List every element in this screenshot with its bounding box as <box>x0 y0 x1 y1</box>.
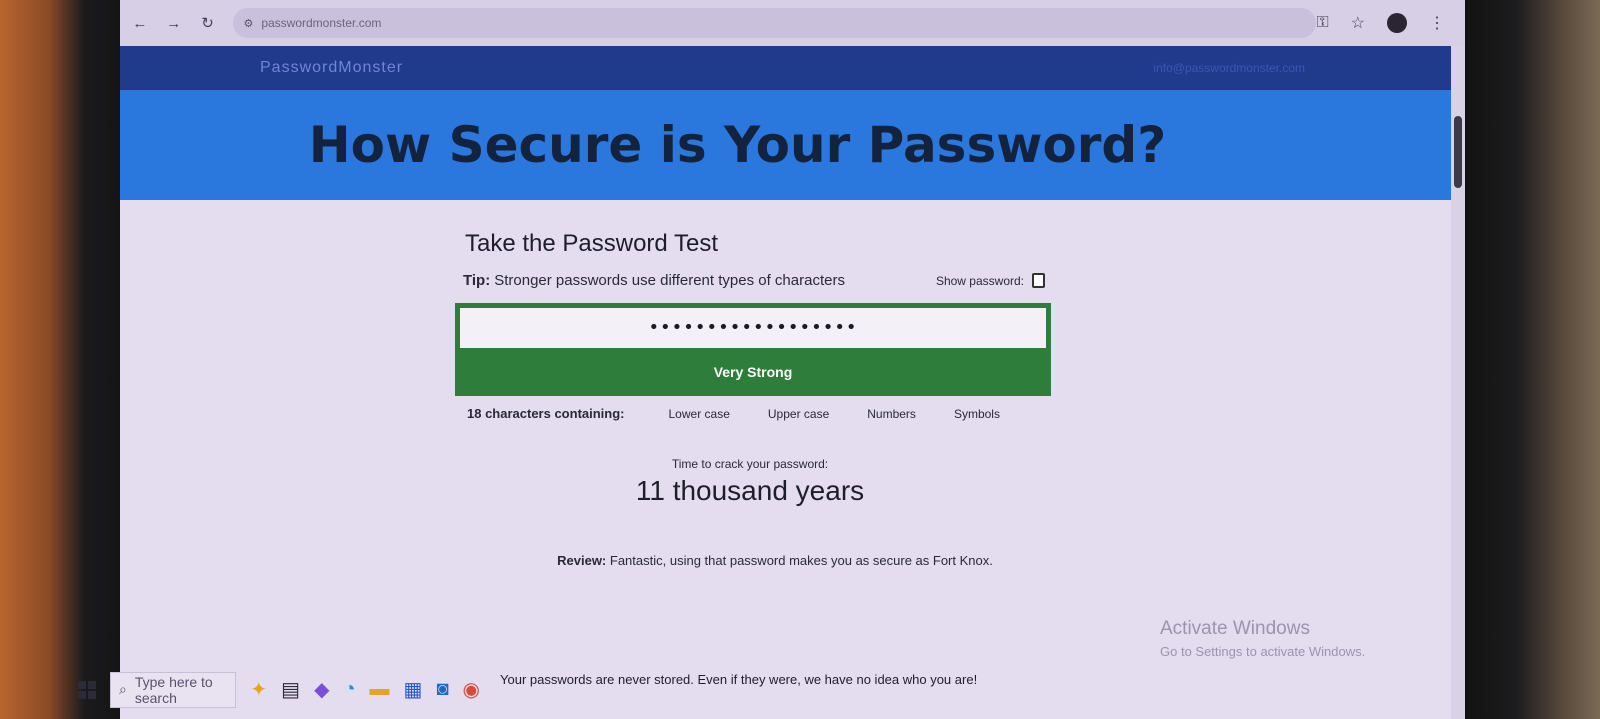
password-test-panel: Take the Password Test Tip: Stronger pas… <box>455 230 1055 568</box>
windows-taskbar: ⌕ Type here to search ✦ ▤ ◆ ◔ ▬ ▦ ◙ ◉ <box>60 660 480 719</box>
password-input[interactable]: •••••••••••••••••• <box>460 308 1046 348</box>
tip-row: Tip: Stronger passwords use different ty… <box>463 272 1055 289</box>
show-password-checkbox[interactable] <box>1032 273 1045 288</box>
site-header: PasswordMonster info@passwordmonster.com <box>120 46 1465 90</box>
site-settings-icon[interactable]: ⚙ <box>243 17 253 30</box>
menu-kebab-icon[interactable]: ⋮ <box>1429 13 1445 33</box>
url-text: passwordmonster.com <box>261 16 382 30</box>
tip-label: Tip: <box>463 272 491 289</box>
test-heading: Take the Password Test <box>465 230 719 257</box>
forward-arrow-icon[interactable]: → <box>160 9 188 37</box>
password-key-icon[interactable]: ⚿ <box>1316 14 1328 32</box>
profile-avatar[interactable] <box>1387 13 1407 33</box>
hero-banner: How Secure is Your Password? <box>120 90 1465 200</box>
show-password-label: Show password: <box>935 273 1024 288</box>
review-body: Fantastic, using that password makes you… <box>609 553 993 568</box>
back-arrow-icon[interactable]: ← <box>126 9 154 37</box>
char-type-upper: Upper case <box>767 406 830 421</box>
taskbar-search-box[interactable]: ⌕ Type here to search <box>110 671 237 708</box>
copilot-sparkle-icon[interactable]: ✦ <box>250 677 267 702</box>
outlook-icon[interactable]: ◙ <box>436 678 448 701</box>
page-title: How Secure is Your Password? <box>308 116 1167 174</box>
file-explorer-icon[interactable]: ▬ <box>370 678 390 701</box>
scrollbar[interactable] <box>1451 46 1465 719</box>
bookmark-star-icon[interactable]: ☆ <box>1351 13 1365 33</box>
screen: ← → ↻ ⚙ passwordmonster.com ⚿ ☆ ⋮ Passwo… <box>120 0 1465 719</box>
search-icon: ⌕ <box>119 681 127 697</box>
strength-indicator: Very Strong <box>713 364 793 380</box>
char-type-numbers: Numbers <box>867 406 916 421</box>
activate-windows-subtitle: Go to Settings to activate Windows. <box>1160 644 1366 659</box>
char-type-lower: Lower case <box>668 406 730 421</box>
crack-time-label: Time to crack your password: <box>671 457 829 471</box>
character-summary: 18 characters containing: Lower case Upp… <box>467 406 1055 421</box>
copilot-app-icon[interactable]: ◆ <box>314 677 329 702</box>
crack-time-value: 11 thousand years <box>635 475 865 506</box>
review-text: Review: Fantastic, using that password m… <box>455 553 1055 568</box>
address-bar[interactable]: ⚙ passwordmonster.com <box>233 8 1317 38</box>
tip-text: Stronger passwords use different types o… <box>494 272 845 289</box>
windows-start-icon[interactable] <box>78 680 96 699</box>
site-logo[interactable]: PasswordMonster <box>260 59 403 77</box>
char-type-symbols: Symbols <box>953 406 1000 421</box>
reload-icon[interactable]: ↻ <box>194 9 222 37</box>
photo-bezel-left <box>0 0 140 719</box>
character-count: 18 characters containing: <box>467 406 625 421</box>
password-field-frame: •••••••••••••••••• Very Strong <box>455 303 1051 396</box>
review-label: Review: <box>557 553 607 568</box>
show-password-toggle[interactable]: Show password: <box>936 273 1045 288</box>
activate-windows-watermark: Activate Windows Go to Settings to activ… <box>1160 618 1365 659</box>
site-email-link[interactable]: info@passwordmonster.com <box>1153 61 1305 75</box>
activate-windows-title: Activate Windows <box>1160 618 1310 639</box>
browser-toolbar: ← → ↻ ⚙ passwordmonster.com ⚿ ☆ ⋮ <box>120 0 1465 46</box>
edge-browser-icon[interactable]: ◔ <box>343 678 355 701</box>
photo-bezel-right <box>1460 0 1600 719</box>
taskbar-search-placeholder: Type here to search <box>134 673 213 706</box>
store-icon[interactable]: ▦ <box>404 677 423 702</box>
chrome-icon[interactable]: ◉ <box>463 677 480 702</box>
privacy-note: Your passwords are never stored. Even if… <box>500 672 978 687</box>
scrollbar-thumb[interactable] <box>1454 116 1462 188</box>
task-view-icon[interactable]: ▤ <box>281 677 300 702</box>
